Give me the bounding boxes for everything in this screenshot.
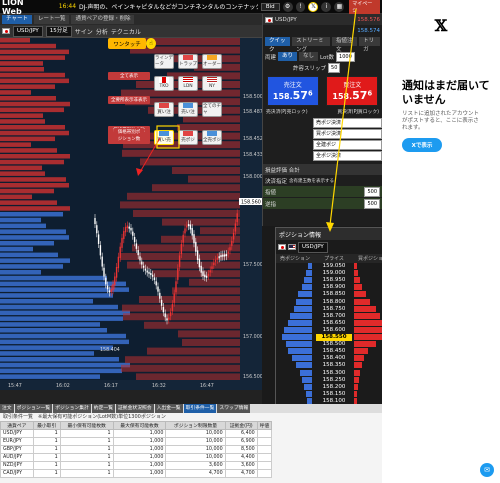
table-cell: 10,000: [165, 453, 226, 462]
table-header: 最大保有可能枚数: [112, 421, 167, 430]
bottom-tab-0[interactable]: 注文: [0, 404, 14, 413]
conditions-title: 取引条件一覧 ※最大保有可能ポジション(LotM数)単位1300ポジション: [3, 414, 166, 420]
bottom-tab-6[interactable]: 取引条件一覧: [183, 404, 217, 413]
table-cell: 1: [59, 437, 114, 446]
bottom-tab-7[interactable]: スワップ情報: [217, 404, 251, 413]
table-row[interactable]: GBP/JPY 1 1 1,000 10,000 8,500: [0, 445, 273, 454]
table-cell: EUR/JPY: [0, 437, 34, 446]
bird-icon[interactable]: ✉: [480, 463, 494, 477]
table-header: 呼値: [256, 421, 273, 430]
bottom-tab-5[interactable]: 入出金一覧: [154, 404, 183, 413]
bottom-tab-3[interactable]: 約定一覧: [91, 404, 115, 413]
table-cell: AUD/JPY: [0, 453, 34, 462]
table-row[interactable]: EUR/JPY 1 1 1,000 10,000 6,900: [0, 437, 273, 446]
table-cell: 1: [59, 429, 114, 438]
table-cell: 1: [59, 461, 114, 470]
table-cell: 1,000: [112, 437, 167, 446]
table-cell: 3,600: [165, 461, 226, 470]
table-cell: CAD/JPY: [0, 469, 34, 478]
table-cell: NZD/JPY: [0, 461, 34, 470]
table-cell: 1: [32, 429, 61, 438]
table-cell: 4,400: [224, 453, 258, 462]
table-cell: 1,000: [112, 453, 167, 462]
table-cell: [256, 437, 273, 446]
table-cell: 1: [59, 453, 114, 462]
table-cell: 4,700: [165, 469, 226, 478]
bottom-tab-2[interactable]: ポジション集計: [53, 404, 91, 413]
table-cell: 1: [32, 445, 61, 454]
table-cell: 8,500: [224, 445, 258, 454]
table-cell: GBP/JPY: [0, 445, 34, 454]
table-row[interactable]: NZD/JPY 1 1 1,000 3,600 3,600: [0, 461, 273, 470]
table-cell: [256, 461, 273, 470]
table-cell: [256, 469, 273, 478]
table-cell: 6,900: [224, 437, 258, 446]
table-header: 通貨ペア: [0, 421, 34, 430]
table-cell: 6,400: [224, 429, 258, 438]
bottom-tab-1[interactable]: ポジション一覧: [14, 404, 53, 413]
table-cell: 1: [59, 445, 114, 454]
table-cell: USD/JPY: [0, 429, 34, 438]
table-cell: 1: [32, 437, 61, 446]
table-cell: [256, 453, 273, 462]
table-cell: 1,000: [112, 461, 167, 470]
table-cell: 1,000: [112, 429, 167, 438]
table-row[interactable]: AUD/JPY 1 1 1,000 10,000 4,400: [0, 453, 273, 462]
table-cell: 3,600: [224, 461, 258, 470]
x-notification-panel: 𝕏 通知はまだ届いていません リストに追加されたアカウントがポストすると、ここに…: [382, 0, 500, 483]
x-empty-title: 通知はまだ届いていません: [402, 79, 490, 106]
table-header: 最小保有可能枚数: [59, 421, 114, 430]
bottom-panel: 注文 ポジション一覧 ポジション集計 約定一覧 証拠金状況照会 入出金一覧 取引条件一覧 スワ…: [0, 404, 382, 483]
table-cell: 1,000: [112, 445, 167, 454]
table-row[interactable]: USD/JPY 1 1 1,000 10,000 6,400: [0, 429, 273, 438]
table-cell: [256, 445, 273, 454]
table-header: 証拠金(円): [224, 421, 258, 430]
x-logo-icon: 𝕏: [434, 16, 448, 35]
bottom-tab-4[interactable]: 証拠金状況照会: [116, 404, 154, 413]
x-empty-desc: リストに追加されたアカウントがポストすると、ここに表示されます。: [402, 111, 480, 131]
table-cell: 4,700: [224, 469, 258, 478]
conditions-table: 通貨ペア 最小取引 最小保有可能枚数 最大保有可能枚数 ポジション制限数量 証拠金(円) 呼…: [0, 421, 273, 478]
table-cell: 1: [32, 469, 61, 478]
table-header: ポジション制限数量: [165, 421, 226, 430]
table-cell: 1,000: [112, 469, 167, 478]
view-on-x-button[interactable]: Xで表示: [402, 138, 442, 152]
table-cell: [256, 429, 273, 438]
table-cell: 1: [32, 453, 61, 462]
table-header: 最小取引: [32, 421, 61, 430]
table-cell: 10,000: [165, 429, 226, 438]
table-cell: 10,000: [165, 437, 226, 446]
table-cell: 1: [32, 461, 61, 470]
table-cell: 10,000: [165, 445, 226, 454]
table-row[interactable]: CAD/JPY 1 1 1,000 4,700 4,700: [0, 469, 273, 478]
table-cell: 1: [59, 469, 114, 478]
